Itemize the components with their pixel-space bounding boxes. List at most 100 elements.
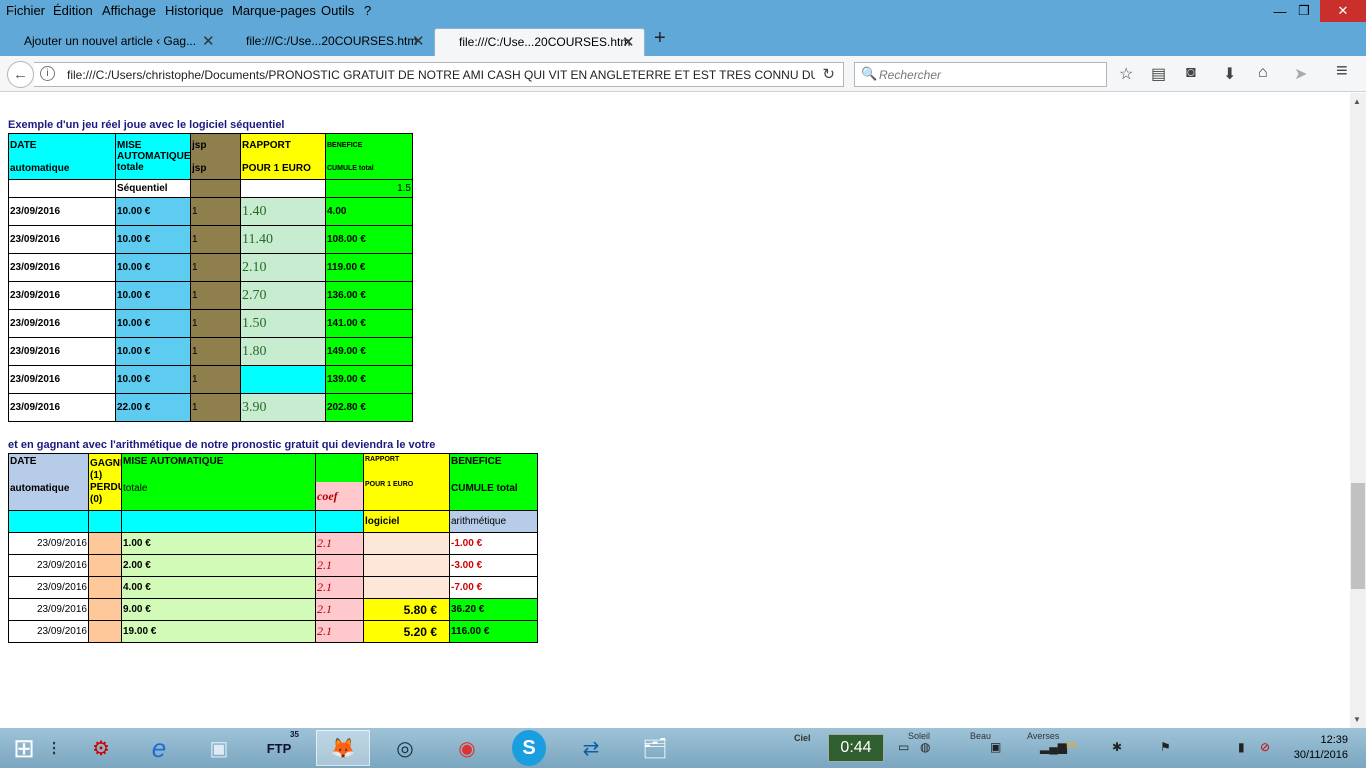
chrome-icon[interactable]: ◉ xyxy=(440,730,494,766)
table-row: 23/09/2016 10.00 €1 2.10 119.00 € xyxy=(8,253,413,282)
subheader2-arithmetique: arithmétique xyxy=(449,510,538,533)
row-mise: 2.00 € xyxy=(121,554,316,577)
windows-start-icon[interactable]: ⊞ xyxy=(0,730,48,766)
subheader-sequentiel: Séquentiel xyxy=(115,179,191,198)
row-jsp: 1 xyxy=(190,365,241,394)
send-tab-icon[interactable]: ➤ xyxy=(1294,64,1307,84)
clock-time: 12:39 xyxy=(1320,734,1348,746)
tray-signal-icon[interactable]: ▂▄▆ xyxy=(1040,740,1067,754)
row-benefice: 149.00 € xyxy=(325,337,413,366)
row-mise: 1.00 € xyxy=(121,532,316,555)
info-icon[interactable]: i xyxy=(40,66,55,81)
vertical-scrollbar[interactable]: ▲ ▼ xyxy=(1350,93,1366,728)
row-date: 23/09/2016 xyxy=(8,576,89,599)
tray-battery-icon[interactable]: ▮ xyxy=(1238,740,1245,754)
timer-widget[interactable]: 0:44 xyxy=(828,734,884,762)
row-coef: 2.1 xyxy=(315,554,364,577)
antivirus-icon[interactable]: ⚙ xyxy=(74,730,128,766)
tab-close-icon[interactable]: ✕ xyxy=(202,32,215,50)
scrollbar-thumb[interactable] xyxy=(1351,483,1365,589)
tray-snowflake-icon[interactable]: ✱ xyxy=(1112,740,1122,754)
table-row: 23/09/2016 10.00 €1 1.40 4.00 xyxy=(8,197,413,226)
menu-outils[interactable]: Outils xyxy=(321,3,354,18)
search-input[interactable]: 🔍 Rechercher xyxy=(854,62,1107,87)
app-window-icon[interactable]: ▣ xyxy=(192,730,246,766)
url-text[interactable]: file:///C:/Users/christophe/Documents/PR… xyxy=(67,68,815,82)
row-date: 23/09/2016 xyxy=(8,598,89,621)
reload-icon[interactable]: ↻ xyxy=(822,65,835,83)
file-explorer-icon[interactable]: 🗂 xyxy=(628,730,682,766)
arithmetic-table: DATE automatique GAGNE (1) PERDU (0) MIS… xyxy=(8,453,538,643)
teamviewer-icon[interactable]: ⇄ xyxy=(564,730,618,766)
back-arrow-icon[interactable]: ← xyxy=(7,61,34,88)
pocket-icon[interactable]: ◙ xyxy=(1186,64,1196,82)
clock-date: 30/11/2016 xyxy=(1293,749,1348,761)
hamburger-menu-icon[interactable]: ≡ xyxy=(1336,60,1348,83)
row-mise: 10.00 € xyxy=(115,253,191,282)
tab-close-icon[interactable]: ✕ xyxy=(412,32,425,50)
row-mise: 10.00 € xyxy=(115,225,191,254)
row-date: 23/09/2016 xyxy=(8,253,116,282)
section2-caption: et en gagnant avec l'arithmétique de not… xyxy=(8,439,436,451)
reading-list-icon[interactable]: ▤ xyxy=(1151,64,1166,84)
section1-caption: Exemple d'un jeu réel joue avec le logic… xyxy=(8,119,285,131)
row-date: 23/09/2016 xyxy=(8,225,116,254)
row-jsp: 1 xyxy=(190,309,241,338)
internet-explorer-icon[interactable]: e xyxy=(132,730,186,766)
tab-close-icon[interactable]: ✕ xyxy=(622,33,635,51)
row-mise: 9.00 € xyxy=(121,598,316,621)
ciel-label: Ciel xyxy=(794,733,811,743)
tray-monitor-icon[interactable]: ▣ xyxy=(990,740,1001,754)
row-gagne-perdu xyxy=(88,598,122,621)
navigation-bar: ← i file:///C:/Users/christophe/Document… xyxy=(0,56,1366,92)
menu-help[interactable]: ? xyxy=(364,3,371,18)
firefox-icon[interactable]: 🦊 xyxy=(316,730,370,766)
row-rapport xyxy=(363,532,450,555)
subheader-jsp xyxy=(190,179,241,198)
new-tab-button[interactable]: + xyxy=(654,27,666,50)
speedometer-icon[interactable]: ◎ xyxy=(378,730,432,766)
scroll-up-icon[interactable]: ▲ xyxy=(1353,97,1361,106)
clock[interactable]: 12:39 30/11/2016 xyxy=(1294,733,1348,763)
tray-folder-icon[interactable]: ▭ xyxy=(898,740,909,754)
header2-rapport: RAPPORT POUR 1 EURO xyxy=(363,453,450,511)
header-mise: MISE AUTOMATIQUE totale xyxy=(115,133,191,180)
menu-bar: Fichier Édition Affichage Historique Mar… xyxy=(0,0,1366,22)
row-benefice: 141.00 € xyxy=(325,309,413,338)
subheader2-logiciel: logiciel xyxy=(363,510,450,533)
subheader2-mise xyxy=(121,510,316,533)
tab-label: file:///C:/Use...20COURSES.htm xyxy=(459,35,631,49)
row-benefice: -7.00 € xyxy=(449,576,538,599)
page-content: Exemple d'un jeu réel joue avec le logic… xyxy=(0,93,1350,728)
tray-mute-icon[interactable]: ⊘ xyxy=(1260,740,1270,754)
tray-globe-icon[interactable]: ◍ xyxy=(920,740,930,754)
tab-label: Ajouter un nouvel article ‹ Gag... xyxy=(24,34,197,48)
row-coef: 2.1 xyxy=(315,532,364,555)
ftp-icon[interactable]: FTP 35 xyxy=(252,730,306,766)
row-date: 23/09/2016 xyxy=(8,554,89,577)
table-row: 23/09/2016 10.00 €1 2.70 136.00 € xyxy=(8,281,413,310)
header-benefice: BENEFICE CUMULE total xyxy=(325,133,413,180)
close-window-button[interactable]: ✕ xyxy=(1320,0,1366,22)
download-icon[interactable]: ⬇ xyxy=(1223,64,1236,84)
menu-fichier[interactable]: Fichier xyxy=(6,3,45,18)
scroll-down-icon[interactable]: ▼ xyxy=(1353,715,1361,724)
tab-courses-1[interactable]: file:///C:/Use...20COURSES.htm ✕ xyxy=(222,28,434,56)
task-view-icon[interactable]: ⁝ xyxy=(44,730,64,766)
row-mise: 10.00 € xyxy=(115,197,191,226)
row-date: 23/09/2016 xyxy=(8,393,116,422)
home-icon[interactable]: ⌂ xyxy=(1258,64,1268,82)
sequential-table: DATE automatique MISE AUTOMATIQUE totale… xyxy=(8,133,413,422)
bookmark-star-icon[interactable]: ☆ xyxy=(1119,64,1133,84)
table-row: 23/09/2016 2.00 €2.1 -3.00 € xyxy=(8,554,538,577)
tab-courses-2-active[interactable]: file:///C:/Use...20COURSES.htm ✕ xyxy=(434,28,645,56)
menu-edition[interactable]: Édition xyxy=(53,3,93,18)
menu-historique[interactable]: Historique xyxy=(165,3,224,18)
url-bar[interactable]: i file:///C:/Users/christophe/Documents/… xyxy=(34,62,844,87)
menu-affichage[interactable]: Affichage xyxy=(102,3,156,18)
tray-flag-icon[interactable]: ⚑ xyxy=(1160,740,1171,754)
tab-ajouter-article[interactable]: Ajouter un nouvel article ‹ Gag... ✕ xyxy=(0,28,222,56)
subheader-benefice: 1.5 xyxy=(325,179,413,198)
menu-marque-pages[interactable]: Marque-pages xyxy=(232,3,316,18)
skype-icon[interactable]: S xyxy=(512,730,546,766)
